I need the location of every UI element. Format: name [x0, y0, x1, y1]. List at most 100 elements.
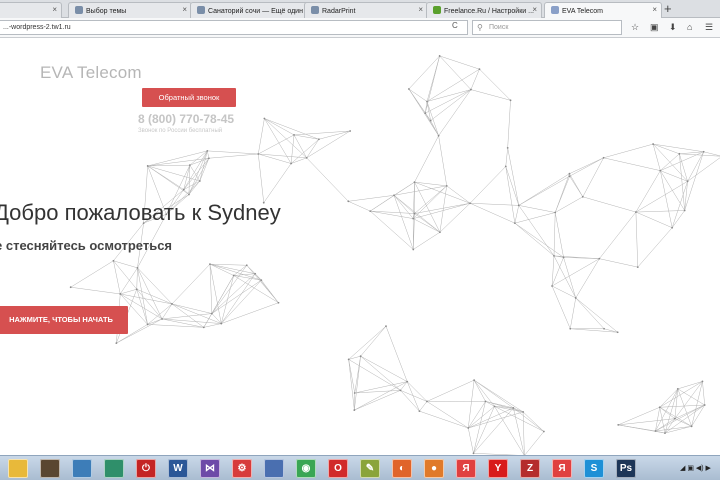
network-line [188, 150, 208, 195]
chrome-icon[interactable]: ◉ [296, 459, 316, 478]
network-line [414, 185, 447, 214]
network-node [686, 180, 689, 183]
network-node [509, 99, 512, 102]
search-input[interactable]: ⚲ Поиск [472, 20, 622, 35]
network-line [414, 135, 439, 183]
app-green-icon[interactable] [104, 459, 124, 478]
start-button[interactable]: НАЖМИТЕ, ЧТОБЫ НАЧАТЬ [0, 306, 128, 334]
visual-studio-icon[interactable]: ⋈ [200, 459, 220, 478]
yandex-icon[interactable]: Y [488, 459, 508, 478]
system-tray[interactable]: ◢ ▣ ◀) ▶ [680, 464, 711, 472]
network-node [208, 157, 210, 160]
reading-list-icon[interactable]: ▣ [650, 22, 659, 33]
network-line [569, 176, 583, 197]
network-node [188, 164, 191, 167]
network-line [414, 202, 471, 214]
network-line [171, 303, 204, 328]
network-line [258, 134, 295, 155]
network-line [494, 406, 525, 455]
site-logo[interactable]: EVA Telecom [40, 63, 142, 83]
tab-close-icon[interactable]: × [418, 5, 423, 14]
save-disk-icon[interactable] [264, 459, 284, 478]
tab-close-icon[interactable]: × [652, 5, 657, 14]
network-node [473, 379, 476, 382]
tab-close-icon[interactable]: × [52, 5, 57, 14]
network-node [690, 425, 693, 428]
network-line [413, 203, 471, 219]
photoshop-icon[interactable]: Ps [616, 459, 636, 478]
basketball-icon[interactable]: ● [424, 459, 444, 478]
folder-icon[interactable] [8, 459, 28, 478]
page-favicon-icon [311, 6, 319, 14]
photo-icon[interactable] [72, 459, 92, 478]
network-line [603, 143, 654, 159]
hero-subtitle: е стесняйтесь осмотреться [0, 238, 173, 253]
menu-icon[interactable]: ☰ [705, 22, 713, 33]
network-node [412, 217, 415, 220]
network-node [318, 138, 320, 141]
phone-number: 8 (800) 770-78-45 [138, 112, 235, 126]
downloads-icon[interactable]: ⬇ [669, 22, 677, 33]
network-node [426, 400, 428, 403]
red-app-icon[interactable]: ⚙ [232, 459, 252, 478]
network-node [257, 153, 260, 155]
network-line [691, 381, 703, 427]
network-line [635, 211, 673, 228]
network-node [146, 165, 149, 167]
phone-note: Звонок по России бесплатный [138, 128, 223, 134]
yandex-browser-icon[interactable]: Я [456, 459, 476, 478]
network-node [542, 430, 545, 433]
network-line [473, 407, 514, 454]
url-bar[interactable]: ...-wordpress-2.tw1.ru [0, 20, 468, 35]
network-line [425, 89, 472, 114]
home-icon[interactable]: ⌂ [687, 22, 692, 32]
network-line [467, 380, 475, 429]
network-line [393, 195, 414, 250]
opera-icon[interactable]: O [328, 459, 348, 478]
network-node [171, 303, 173, 305]
tab-close-icon[interactable]: × [182, 5, 187, 14]
firefox-icon[interactable]: ◐ [392, 459, 412, 478]
tab-freelance[interactable]: Freelance.Ru / Настройки ... × [426, 2, 542, 18]
bookmark-star-icon[interactable]: ☆ [631, 22, 639, 33]
word-icon[interactable]: W [168, 459, 188, 478]
network-line [258, 153, 264, 203]
network-line [348, 201, 371, 212]
network-line [113, 260, 137, 290]
tab-close-icon[interactable]: × [532, 5, 537, 14]
media-player-icon[interactable] [40, 459, 60, 478]
network-line [291, 157, 307, 164]
network-node [198, 180, 201, 182]
tab-theme-choice[interactable]: Выбор темы × [68, 2, 192, 18]
network-line [518, 205, 556, 213]
tab-strip: × Выбор темы × Санаторий сочи — Ещё один… [0, 0, 720, 18]
skype-icon[interactable]: S [584, 459, 604, 478]
power-icon[interactable]: ⏻ [136, 459, 156, 478]
network-line [354, 356, 361, 411]
notepad-icon[interactable]: ✎ [360, 459, 380, 478]
network-line [659, 381, 703, 408]
new-tab-button[interactable]: + [664, 1, 672, 16]
network-line [671, 210, 685, 228]
tab-sanatorium[interactable]: Санаторий сочи — Ещё один с... × [190, 2, 316, 18]
tab-0[interactable]: × [0, 2, 62, 18]
callback-button[interactable]: Обратный звонок [142, 88, 236, 107]
reload-icon[interactable]: C [452, 21, 458, 30]
yandex-browser-2-icon[interactable]: Я [552, 459, 572, 478]
filezilla-icon[interactable]: Z [520, 459, 540, 478]
network-node [429, 119, 432, 122]
network-line [653, 143, 704, 153]
network-line [188, 180, 201, 195]
network-node [617, 424, 620, 426]
network-node [349, 130, 352, 132]
tab-eva-telecom[interactable]: EVA Telecom × [544, 2, 662, 18]
tab-radarprint[interactable]: RadarPrint × [304, 2, 428, 18]
network-line [147, 318, 163, 325]
network-node [658, 406, 661, 409]
network-node [305, 156, 308, 159]
network-line [70, 260, 114, 288]
network-line [419, 401, 428, 412]
network-node [616, 331, 619, 334]
network-line [290, 134, 295, 164]
network-node [683, 209, 686, 212]
